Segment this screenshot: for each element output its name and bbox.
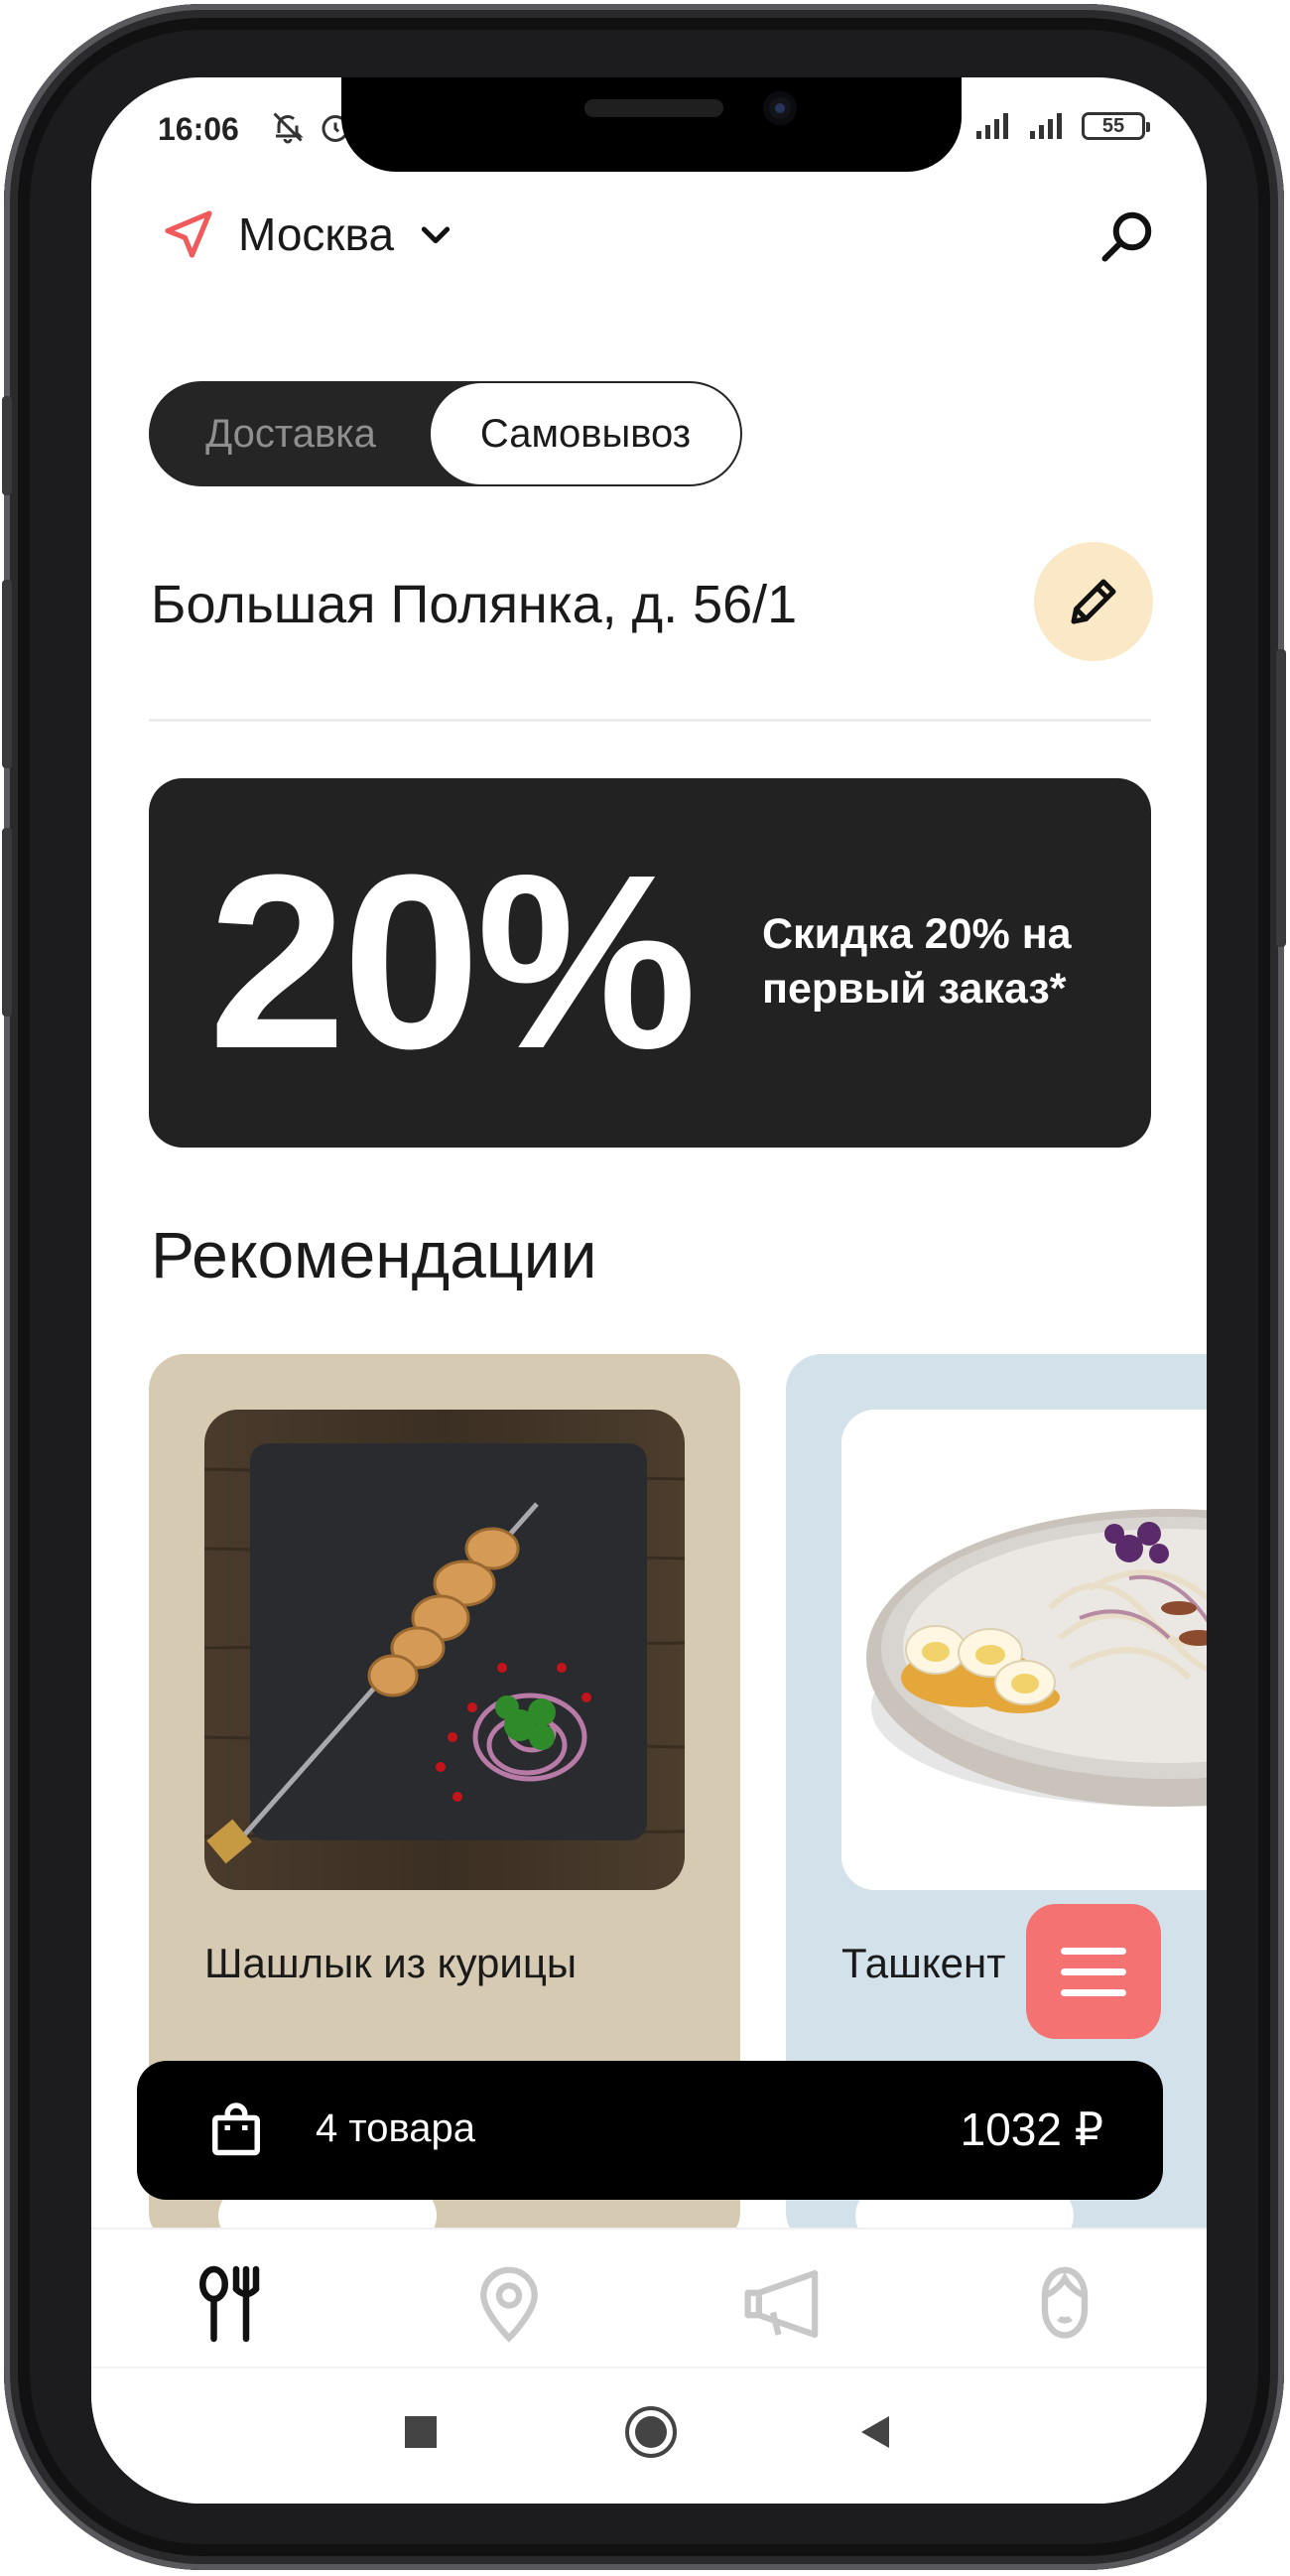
volume-up-button [2, 580, 12, 768]
recent-apps-button[interactable] [401, 2412, 441, 2457]
system-nav-bar [91, 2367, 1207, 2504]
bell-off-icon [273, 112, 304, 144]
home-button[interactable] [623, 2404, 679, 2465]
menu-icon [199, 2265, 260, 2343]
dish-image-chicken-kebab [204, 1410, 685, 1890]
nav-locations[interactable] [464, 2259, 554, 2349]
shopping-bag-icon [212, 2102, 260, 2156]
cart-item-count: 4 товара [316, 2106, 476, 2150]
megaphone-icon [744, 2269, 819, 2339]
edit-address-button[interactable] [1034, 542, 1153, 661]
front-camera [763, 91, 797, 125]
menu-button[interactable] [1026, 1904, 1161, 2039]
city-selector[interactable]: Москва [161, 206, 455, 262]
volume-down-button [2, 828, 12, 1017]
navigation-arrow-icon [165, 210, 212, 258]
status-icons-right: 55 [974, 111, 1150, 141]
dish-image-tashkent-salad [841, 1410, 1207, 1890]
search-button[interactable] [1097, 206, 1157, 266]
search-icon [1101, 211, 1152, 262]
status-time: 16:06 [158, 111, 239, 147]
pickup-address: Большая Полянка, д. 56/1 [151, 575, 798, 634]
back-triangle-icon [861, 2416, 889, 2448]
notch [341, 77, 962, 172]
cart-bar[interactable]: 4 товара 1032 ₽ [137, 2061, 1163, 2200]
toggle-delivery[interactable]: Доставка [151, 383, 431, 484]
hamburger-line [1061, 1988, 1126, 1996]
signal-icon-2 [1030, 113, 1062, 139]
dish-name: Ташкент [841, 1940, 1006, 1986]
hamburger-line [1061, 1967, 1126, 1975]
circle-icon [625, 2406, 677, 2458]
power-button [1276, 649, 1286, 947]
phone-frame: 16:06 55 Москва Доставка Самовывоз Больш… [2, 4, 1286, 2570]
location-pin-icon [480, 2266, 538, 2343]
cart-total: 1032 ₽ [960, 2103, 1103, 2155]
silent-switch [2, 396, 12, 495]
nav-promos[interactable] [742, 2259, 832, 2349]
bottom-nav [91, 2228, 1207, 2367]
nav-profile[interactable] [1020, 2259, 1109, 2349]
profile-icon [1041, 2266, 1089, 2339]
promo-text: Скидка 20% на первый заказ* [762, 910, 1072, 1014]
signal-icon [976, 113, 1008, 139]
pencil-icon [1071, 579, 1116, 624]
promo-percent: 20% [208, 823, 697, 1100]
delivery-mode-toggle: Доставка Самовывоз [149, 381, 742, 486]
toggle-pickup[interactable]: Самовывоз [431, 383, 740, 484]
screen: 16:06 55 Москва Доставка Самовывоз Больш… [91, 77, 1207, 2504]
promo-banner[interactable]: 20% Скидка 20% на первый заказ* [149, 778, 1151, 1148]
back-button[interactable] [855, 2412, 895, 2457]
square-icon [405, 2416, 437, 2448]
hamburger-line [1061, 1947, 1126, 1955]
nav-menu[interactable] [187, 2259, 276, 2349]
speaker [584, 99, 723, 117]
chevron-down-icon [421, 226, 451, 244]
divider [149, 719, 1151, 722]
recommendations-title: Рекомендации [151, 1218, 597, 1291]
battery-indicator: 55 [1082, 112, 1150, 140]
dish-name: Шашлык из курицы [204, 1940, 578, 1986]
city-name: Москва [238, 208, 395, 260]
